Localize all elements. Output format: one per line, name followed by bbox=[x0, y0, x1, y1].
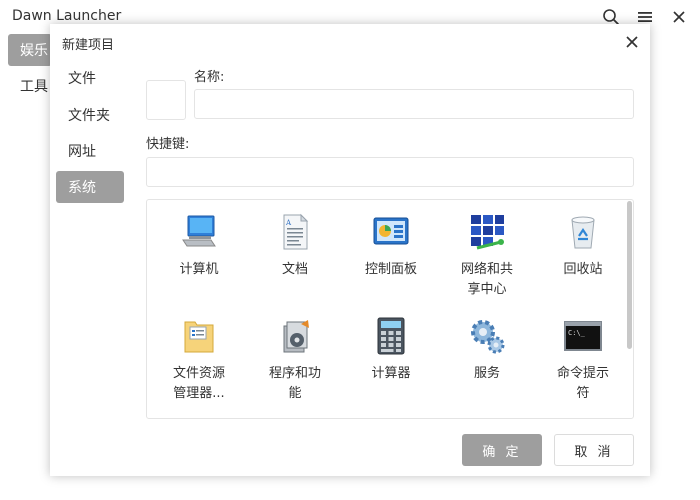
system-item-label: 文档 bbox=[281, 262, 308, 277]
dialog-close-icon[interactable] bbox=[622, 32, 642, 52]
system-item-label: 计算机 bbox=[179, 262, 219, 277]
programs-icon bbox=[275, 316, 315, 356]
services-icon bbox=[467, 316, 507, 356]
system-item-label: 文件资源管理器... bbox=[172, 366, 225, 401]
new-item-dialog: 新建项目 文件 文件夹 网址 系统 名称: 快捷键: 计算机 A 文档 控制面板… bbox=[50, 24, 650, 476]
type-tab-url[interactable]: 网址 bbox=[56, 135, 124, 167]
system-item-computer[interactable]: 计算机 bbox=[151, 200, 247, 300]
type-tab-file[interactable]: 文件 bbox=[56, 62, 124, 94]
recycle-bin-icon bbox=[563, 212, 603, 252]
control-panel-icon bbox=[371, 212, 411, 252]
system-item-label: 控制面板 bbox=[364, 262, 417, 277]
system-item-documents[interactable]: A 文档 bbox=[247, 200, 343, 300]
dialog-title: 新建项目 bbox=[62, 38, 115, 53]
confirm-button[interactable]: 确 定 bbox=[462, 434, 542, 466]
system-item-label: 服务 bbox=[473, 366, 500, 381]
system-item-label: 网络和共享中心 bbox=[460, 262, 513, 297]
name-label: 名称: bbox=[194, 70, 225, 85]
close-icon[interactable] bbox=[668, 6, 690, 28]
cancel-button[interactable]: 取 消 bbox=[554, 434, 634, 466]
command-prompt-icon: C:\_ bbox=[563, 316, 603, 356]
category-item-entertainment[interactable]: 娱乐 bbox=[8, 34, 52, 66]
system-item-label: 程序和功能 bbox=[268, 366, 321, 401]
system-item-programs[interactable]: 程序和功能 bbox=[247, 304, 343, 404]
name-input[interactable] bbox=[194, 89, 634, 119]
launcher-window: Dawn Launcher 娱乐 工具 新建项目 文件 文件夹 网址 系统 名称… bbox=[0, 0, 700, 500]
svg-text:C:\_: C:\_ bbox=[568, 329, 586, 337]
app-title: Dawn Launcher bbox=[12, 8, 122, 24]
system-items-grid: 计算机 A 文档 控制面板 网络和共享中心 回收站 文件资源管理器... 程序和… bbox=[146, 199, 634, 419]
system-item-file-explorer[interactable]: 文件资源管理器... bbox=[151, 304, 247, 404]
hotkey-label: 快捷键: bbox=[146, 137, 190, 152]
type-tab-system[interactable]: 系统 bbox=[56, 171, 124, 203]
system-item-label: 命令提示符 bbox=[556, 366, 609, 401]
system-item-services[interactable]: 服务 bbox=[439, 304, 535, 404]
grid-scrollbar[interactable] bbox=[627, 201, 632, 349]
system-item-network[interactable]: 网络和共享中心 bbox=[439, 200, 535, 300]
document-icon: A bbox=[275, 212, 315, 252]
system-item-calculator[interactable]: 计算器 bbox=[343, 304, 439, 404]
item-icon-picker[interactable] bbox=[146, 80, 186, 120]
file-explorer-icon bbox=[179, 316, 219, 356]
system-item-control-panel[interactable]: 控制面板 bbox=[343, 200, 439, 300]
system-item-recycle-bin[interactable]: 回收站 bbox=[535, 200, 631, 300]
category-item-tools[interactable]: 工具 bbox=[8, 70, 52, 102]
svg-text:A: A bbox=[285, 219, 292, 227]
system-item-command-prompt[interactable]: C:\_ 命令提示符 bbox=[535, 304, 631, 404]
system-item-label: 计算器 bbox=[371, 366, 411, 381]
calculator-icon bbox=[371, 316, 411, 356]
system-item-label: 回收站 bbox=[563, 262, 603, 277]
type-tab-folder[interactable]: 文件夹 bbox=[56, 99, 124, 131]
network-icon bbox=[467, 212, 507, 252]
hotkey-input[interactable] bbox=[146, 157, 634, 187]
computer-icon bbox=[179, 212, 219, 252]
